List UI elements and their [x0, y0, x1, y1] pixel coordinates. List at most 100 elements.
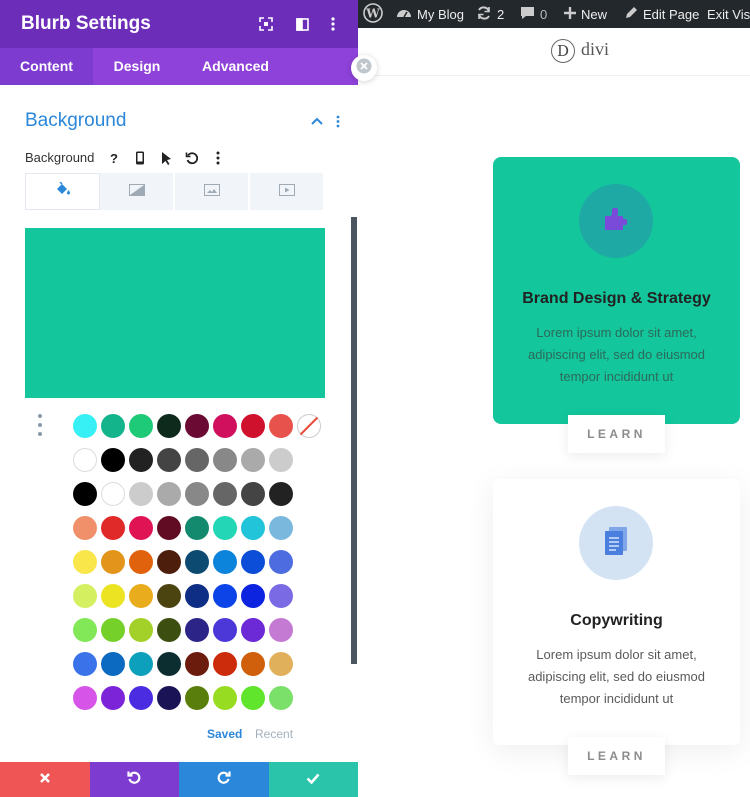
color-swatch[interactable] [269, 652, 293, 676]
color-swatch[interactable] [213, 482, 237, 506]
color-swatch[interactable] [73, 482, 97, 506]
color-swatch[interactable] [129, 516, 153, 540]
section-options-icon[interactable] [330, 112, 346, 130]
color-swatch[interactable] [129, 482, 153, 506]
color-preview[interactable] [25, 228, 325, 398]
color-swatch[interactable] [129, 414, 153, 438]
color-swatch[interactable] [213, 448, 237, 472]
divi-logo-text[interactable]: divi [581, 39, 609, 60]
color-swatch[interactable] [129, 448, 153, 472]
color-swatch[interactable] [213, 516, 237, 540]
color-swatch[interactable] [241, 482, 265, 506]
color-swatch[interactable] [241, 516, 265, 540]
color-swatch[interactable] [241, 414, 265, 438]
new-content-link[interactable]: New [564, 0, 607, 28]
color-swatch[interactable] [269, 550, 293, 574]
color-swatch[interactable] [101, 414, 125, 438]
split-view-icon[interactable] [292, 14, 312, 34]
discard-button[interactable] [0, 762, 90, 797]
color-swatch[interactable] [101, 516, 125, 540]
color-swatch[interactable] [157, 584, 181, 608]
responsive-phone-icon[interactable] [130, 148, 150, 168]
color-swatch[interactable] [269, 686, 293, 710]
save-button[interactable] [268, 762, 358, 797]
color-swatch[interactable] [73, 652, 97, 676]
color-swatch[interactable] [185, 482, 209, 506]
palette-menu-icon[interactable] [33, 414, 47, 436]
fullscreen-icon[interactable] [256, 14, 276, 34]
learn-button[interactable]: LEARN [568, 737, 665, 775]
exit-visual-builder-link[interactable]: Exit Visu [707, 0, 750, 28]
color-swatch[interactable] [157, 652, 181, 676]
redo-button[interactable] [179, 762, 269, 797]
color-swatch[interactable] [101, 652, 125, 676]
color-swatch[interactable] [129, 686, 153, 710]
color-swatch[interactable] [241, 686, 265, 710]
background-color-tab[interactable] [25, 173, 100, 210]
color-swatch[interactable] [185, 618, 209, 642]
recent-colors-tab[interactable]: Recent [255, 727, 293, 741]
color-swatch[interactable] [157, 448, 181, 472]
color-swatch[interactable] [269, 414, 293, 438]
color-swatch[interactable] [213, 584, 237, 608]
more-options-icon[interactable] [323, 14, 343, 34]
color-swatch[interactable] [213, 652, 237, 676]
comments-link[interactable]: 0 [520, 0, 547, 28]
color-swatch[interactable] [73, 516, 97, 540]
undo-button[interactable] [89, 762, 179, 797]
color-swatch[interactable] [129, 618, 153, 642]
background-video-tab[interactable] [250, 173, 325, 210]
color-swatch[interactable] [157, 516, 181, 540]
edit-page-link[interactable]: Edit Page [624, 0, 699, 28]
color-swatch[interactable] [185, 414, 209, 438]
background-image-tab[interactable] [175, 173, 250, 210]
color-swatch[interactable] [157, 482, 181, 506]
blurb-card-copywriting[interactable]: Copywriting Lorem ipsum dolor sit amet, … [493, 479, 740, 745]
my-blog-link[interactable]: My Blog [396, 0, 464, 28]
tab-content[interactable]: Content [0, 48, 93, 85]
color-swatch[interactable] [73, 414, 97, 438]
collapse-section-icon[interactable] [309, 112, 325, 130]
color-swatch[interactable] [157, 550, 181, 574]
color-swatch[interactable] [185, 652, 209, 676]
collapse-panel-button[interactable] [351, 55, 377, 81]
color-swatch[interactable] [157, 618, 181, 642]
color-swatch[interactable] [101, 618, 125, 642]
color-swatch[interactable] [101, 448, 125, 472]
option-menu-icon[interactable] [208, 148, 228, 168]
section-title[interactable]: Background [25, 110, 126, 132]
panel-scrollbar[interactable] [351, 217, 357, 664]
background-gradient-tab[interactable] [100, 173, 175, 210]
color-swatch[interactable] [269, 618, 293, 642]
wp-logo-button[interactable]: W [363, 0, 383, 28]
tab-design[interactable]: Design [100, 48, 174, 85]
color-swatch[interactable] [73, 448, 97, 472]
color-swatch[interactable] [101, 482, 125, 506]
color-swatch[interactable] [241, 618, 265, 642]
color-swatch[interactable] [73, 584, 97, 608]
color-swatch[interactable] [185, 516, 209, 540]
color-swatch[interactable] [157, 686, 181, 710]
color-swatch[interactable] [185, 686, 209, 710]
color-swatch[interactable] [73, 686, 97, 710]
color-swatch[interactable] [213, 414, 237, 438]
color-swatch[interactable] [157, 414, 181, 438]
color-swatch[interactable] [185, 584, 209, 608]
tab-advanced[interactable]: Advanced [193, 48, 278, 85]
color-swatch[interactable] [241, 448, 265, 472]
color-swatch[interactable] [101, 686, 125, 710]
color-swatch[interactable] [213, 686, 237, 710]
color-swatch[interactable] [269, 482, 293, 506]
color-swatch[interactable] [101, 550, 125, 574]
color-swatch[interactable] [129, 584, 153, 608]
color-swatch[interactable] [241, 652, 265, 676]
color-swatch[interactable] [185, 448, 209, 472]
divi-logo-mark[interactable]: D [551, 39, 575, 63]
updates-link[interactable]: 2 [476, 0, 504, 28]
saved-colors-tab[interactable]: Saved [207, 727, 242, 741]
help-icon[interactable]: ? [104, 148, 124, 168]
color-swatch[interactable] [101, 584, 125, 608]
reset-icon[interactable] [182, 148, 202, 168]
color-swatch[interactable] [73, 550, 97, 574]
color-swatch[interactable] [129, 652, 153, 676]
